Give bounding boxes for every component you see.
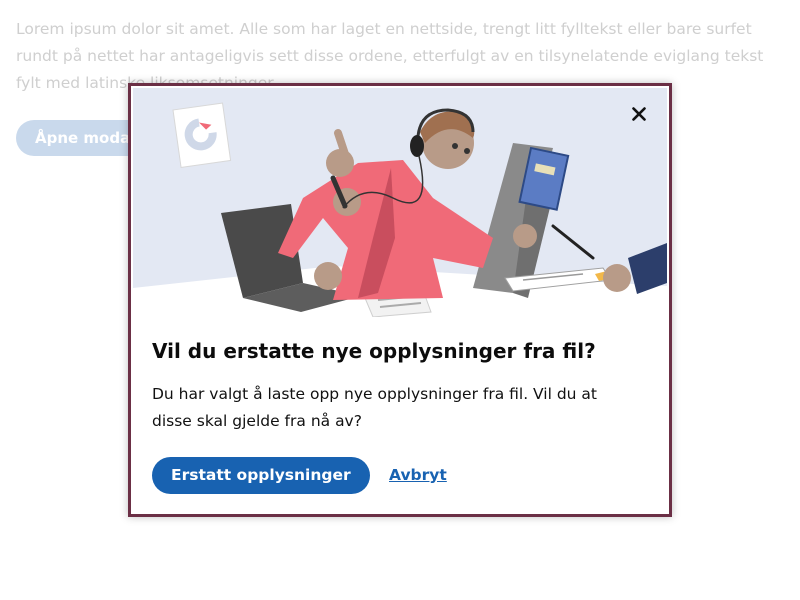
dialog-illustration <box>133 88 667 317</box>
dialog-title: Vil du erstatte nye opplysninger fra fil… <box>152 339 596 363</box>
close-dialog-button[interactable] <box>627 102 651 126</box>
close-icon <box>632 107 646 121</box>
multitasking-person-illustration <box>133 102 667 317</box>
replace-information-button[interactable]: Erstatt opplysninger <box>152 457 370 494</box>
dialog-body-text: Du har valgt å laste opp nye opplysninge… <box>152 385 598 430</box>
cancel-link[interactable]: Avbryt <box>389 466 447 484</box>
confirm-dialog: Vil du erstatte nye opplysninger fra fil… <box>128 83 672 517</box>
